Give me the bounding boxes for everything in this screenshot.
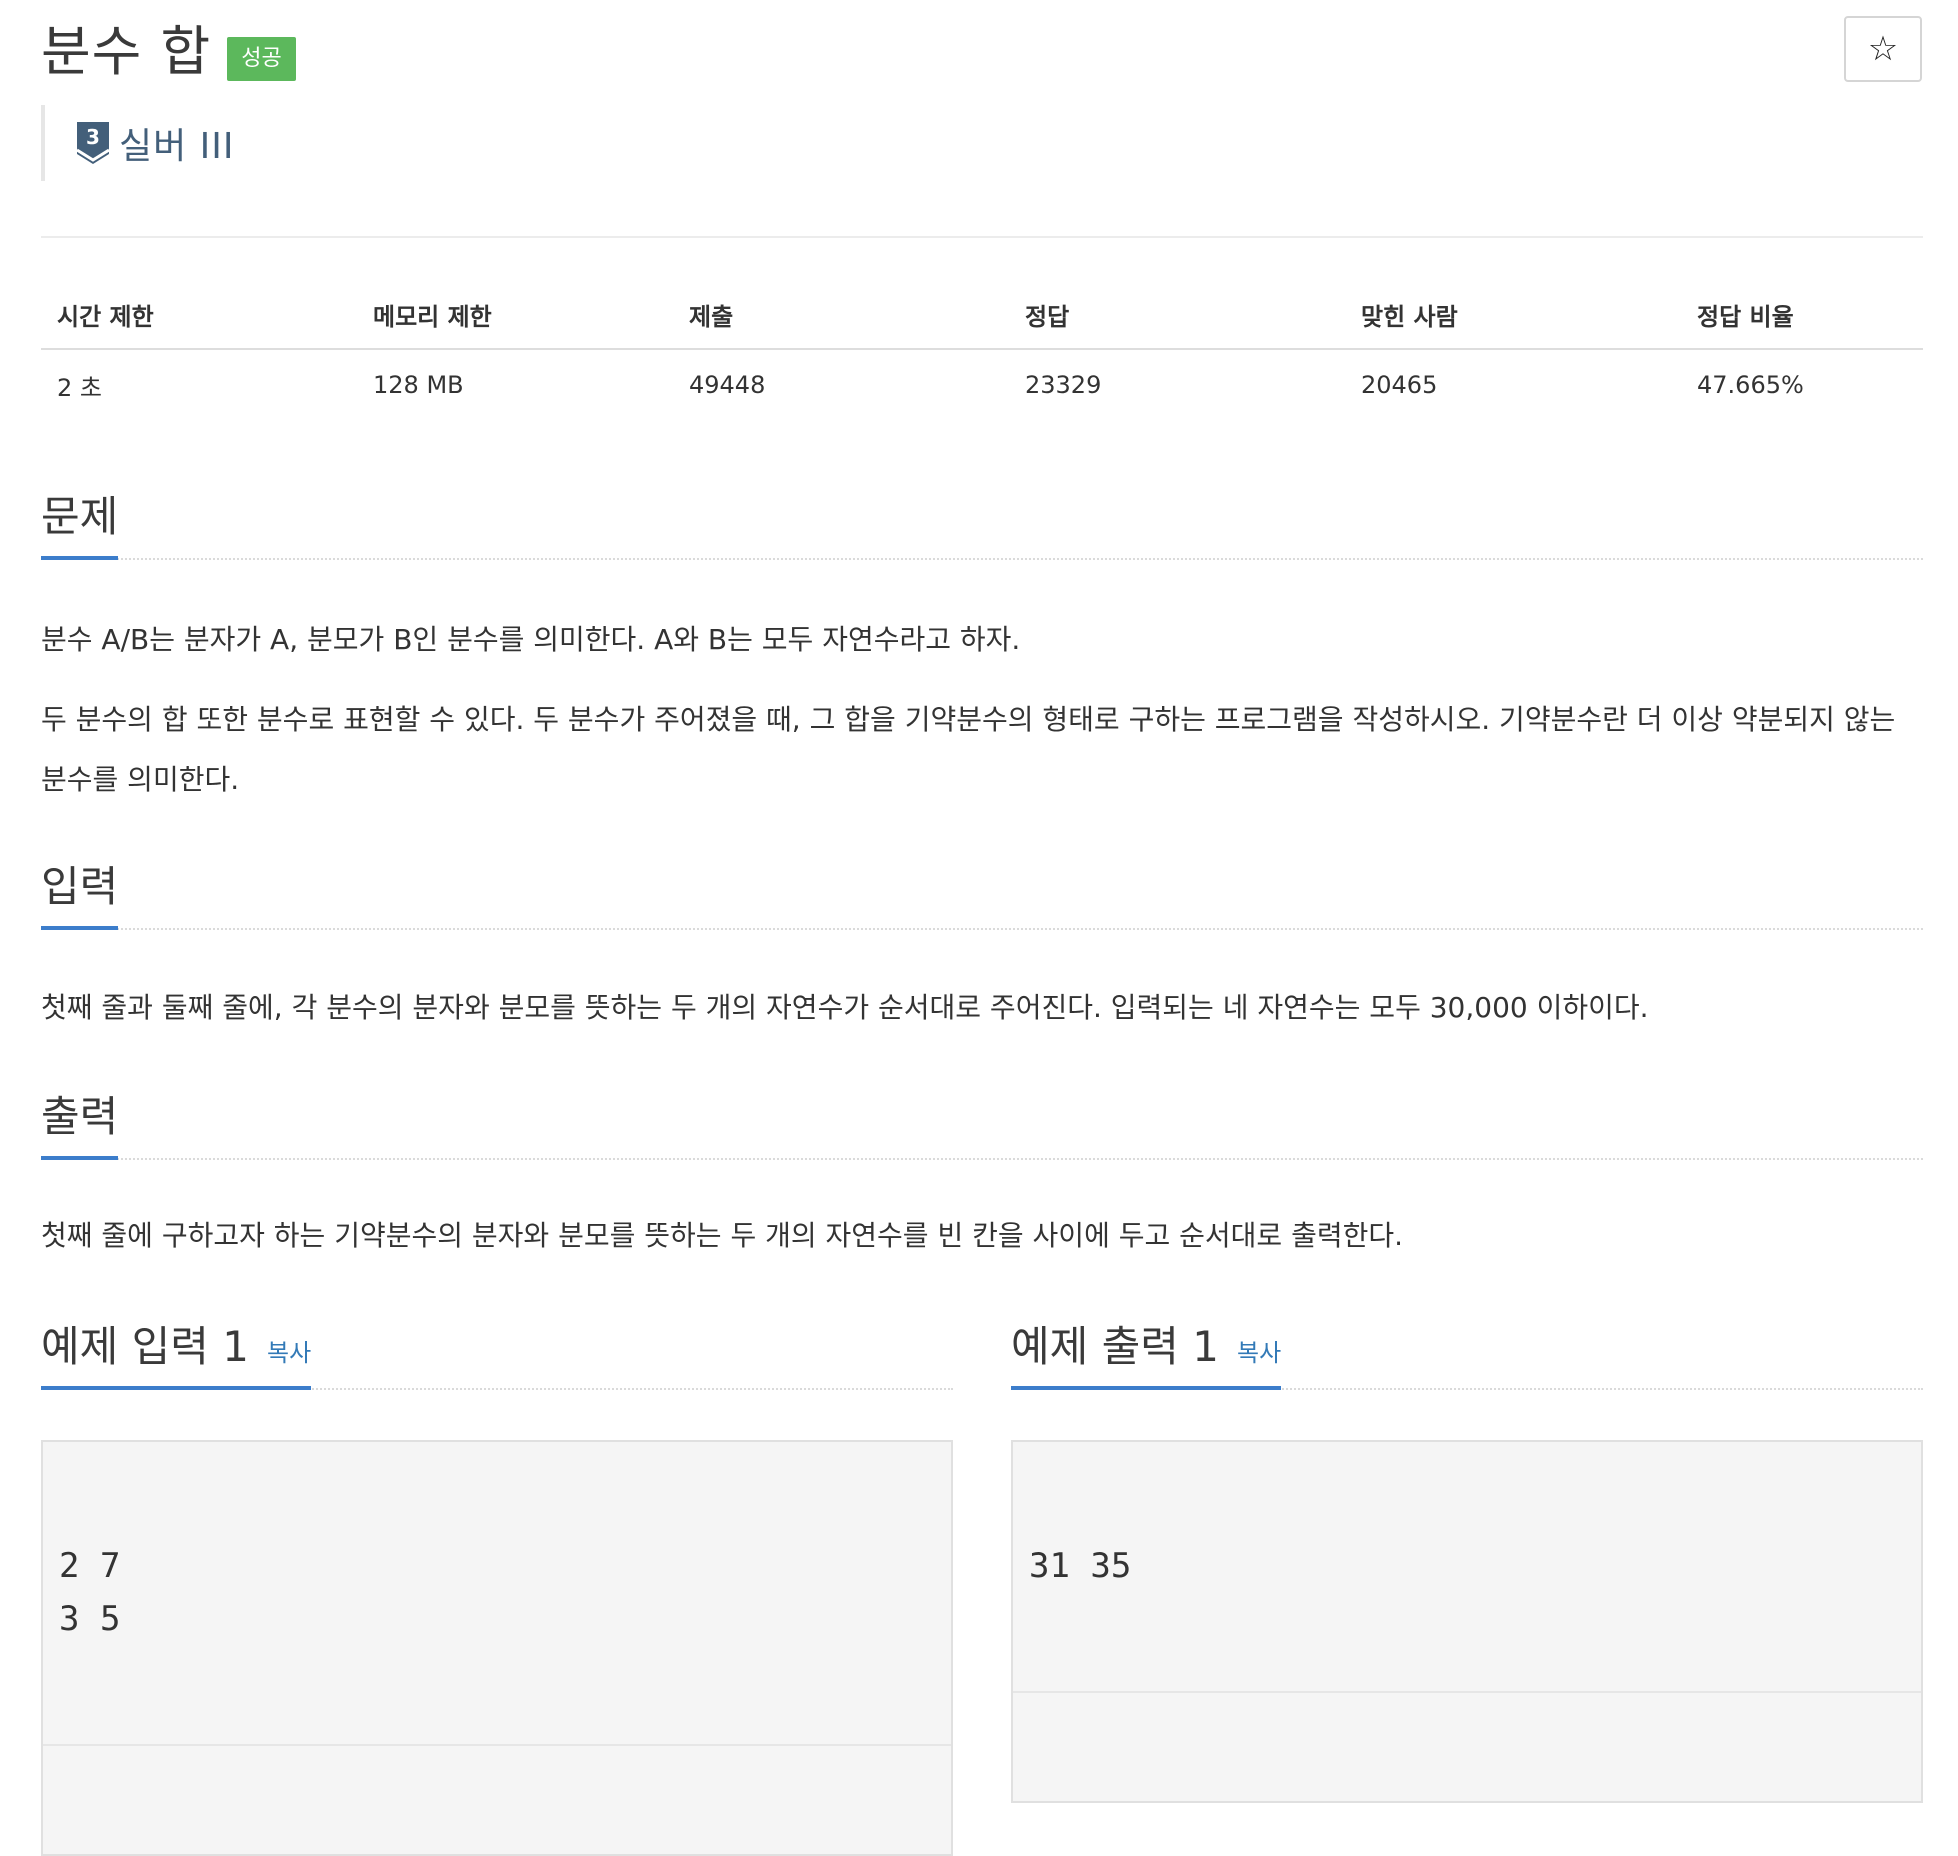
problem-paragraph-2: 두 분수의 합 또한 분수로 표현할 수 있다. 두 분수가 주어졌을 때, 그… (41, 703, 1896, 796)
sample-input-panel: 예제 입력 1 복사 2 7 3 5 (41, 1300, 953, 1856)
divider (41, 236, 1923, 238)
submissions-header: 제출 (673, 280, 1009, 350)
problem-info-table: 시간 제한 메모리 제한 제출 정답 맞힌 사람 정답 비율 2 초 128 M… (41, 280, 1923, 420)
problem-paragraph-1: 분수 A/B는 분자가 A, 분모가 B인 분수를 의미한다. A와 B는 모두… (41, 623, 1021, 656)
time-limit-value: 2 초 (57, 373, 102, 402)
sample-input-content: 2 7 3 5 (59, 1546, 121, 1639)
accepted-header: 정답 (1009, 280, 1345, 350)
memory-limit-value: 128 MB (373, 371, 464, 399)
copy-sample-output-button[interactable]: 복사 (1237, 1333, 1281, 1368)
submissions-value: 49448 (689, 371, 766, 399)
sample-input-title: 예제 입력 1 (41, 1322, 249, 1371)
memory-limit-header: 메모리 제한 (357, 280, 673, 350)
tier-row: 3 실버 III (41, 105, 235, 181)
time-limit-header: 시간 제한 (41, 280, 357, 350)
sample-input-header: 예제 입력 1 복사 (41, 1300, 953, 1390)
silver-tier-icon: 3 (76, 122, 110, 164)
tier-label: 실버 III (119, 126, 235, 167)
problem-section-header: 문제 (41, 490, 1923, 560)
sample-output-header: 예제 출력 1 복사 (1011, 1300, 1923, 1390)
sample-output-content: 31 35 (1029, 1546, 1132, 1586)
solvers-value: 20465 (1361, 371, 1438, 399)
accepted-value: 23329 (1025, 371, 1102, 399)
title-row: 분수 합 성공 (41, 12, 296, 92)
sample-output-panel: 예제 출력 1 복사 31 35 (1011, 1300, 1923, 1803)
favorite-button[interactable]: ☆ (1844, 16, 1922, 82)
status-badge: 성공 (227, 37, 296, 81)
solvers-header: 맞힌 사람 (1345, 280, 1681, 350)
input-section-header: 입력 (41, 860, 1923, 930)
input-description: 첫째 줄과 둘째 줄에, 각 분수의 분자와 분모를 뜻하는 두 개의 자연수가… (41, 991, 1649, 1024)
output-description: 첫째 줄에 구하고자 하는 기약분수의 분자와 분모를 뜻하는 두 개의 자연수… (41, 1219, 1404, 1252)
copy-sample-input-button[interactable]: 복사 (267, 1333, 311, 1368)
tier-number: 3 (86, 125, 100, 149)
sample-input-box: 2 7 3 5 (41, 1440, 953, 1856)
accept-ratio-header: 정답 비율 (1681, 280, 1923, 350)
input-section-title: 입력 (41, 853, 119, 930)
page-title: 분수 합 (41, 20, 212, 83)
sample-output-box: 31 35 (1011, 1440, 1923, 1803)
problem-section-title: 문제 (41, 483, 119, 560)
star-icon: ☆ (1867, 29, 1899, 69)
sample-output-title: 예제 출력 1 (1011, 1322, 1219, 1371)
output-section-header: 출력 (41, 1090, 1923, 1160)
info-header-row: 시간 제한 메모리 제한 제출 정답 맞힌 사람 정답 비율 (41, 280, 1923, 350)
output-section-title: 출력 (41, 1083, 119, 1160)
info-value-row: 2 초 128 MB 49448 23329 20465 47.665% (41, 349, 1923, 420)
accept-ratio-value: 47.665% (1697, 371, 1804, 399)
